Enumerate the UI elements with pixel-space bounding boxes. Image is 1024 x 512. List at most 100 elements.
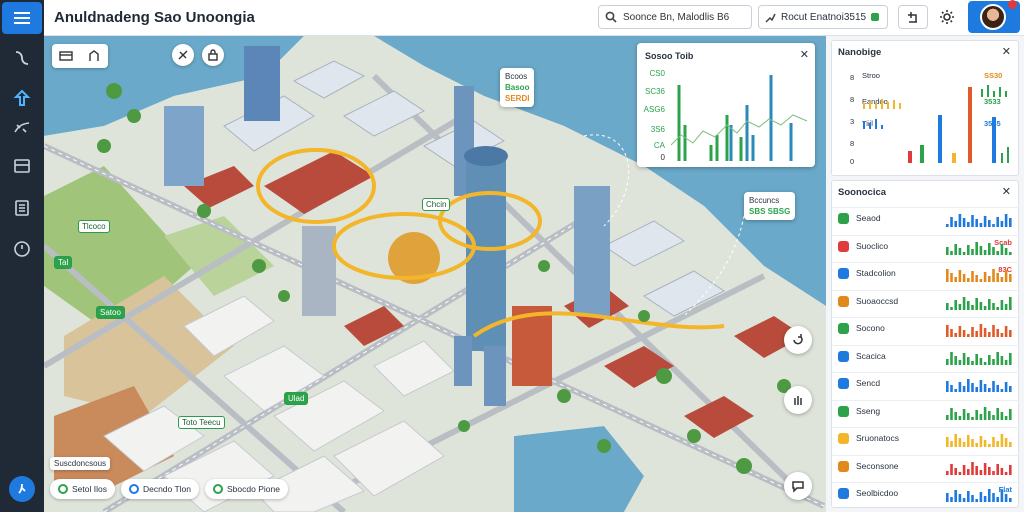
stats-row[interactable]: Suoaoccsd — [832, 289, 1020, 312]
sparkline-bar — [1009, 251, 1012, 255]
sparkline-bar — [996, 385, 999, 392]
sparkline-bar — [983, 305, 987, 310]
sparkline-bar — [1004, 382, 1008, 392]
sparkline-bar — [975, 465, 978, 475]
stats-row[interactable]: Socono — [832, 317, 1020, 339]
help-icon[interactable] — [9, 476, 35, 502]
map-action-button[interactable] — [784, 326, 812, 354]
pill-label: Setol Ilos — [72, 484, 107, 494]
document-icon[interactable] — [10, 196, 34, 220]
sparkline-bar — [962, 352, 966, 365]
stats-row[interactable]: Scacica — [832, 344, 1020, 367]
row-label: Sencd — [856, 378, 881, 388]
sparkline-bar — [946, 358, 949, 365]
map-pin[interactable]: Tal — [54, 256, 73, 269]
sparkline-bar — [996, 217, 999, 227]
panel-title: Soonocica — [838, 187, 887, 198]
export-button[interactable] — [898, 5, 928, 29]
layer-toggle-icon[interactable] — [59, 50, 73, 62]
sparkline-bar — [967, 278, 970, 282]
route-icon[interactable] — [10, 46, 34, 70]
sparkline-bar — [992, 358, 995, 365]
lock-button[interactable] — [202, 44, 224, 66]
row-sparkline — [946, 324, 1012, 337]
filter-pill[interactable]: Sbocdo Pione — [205, 479, 288, 499]
map-pin[interactable]: Toto Teecu — [178, 416, 225, 429]
sparkline-bar — [954, 411, 957, 420]
map-callout[interactable]: Bcoos Basoo SERDI — [500, 68, 535, 107]
row-sparkline — [946, 434, 1012, 447]
row-label: Seconsone — [856, 460, 899, 471]
sparkline-bar — [954, 333, 957, 337]
sparkline-bar — [992, 325, 995, 337]
pill-icon — [58, 484, 68, 494]
sparkline-bar — [962, 330, 966, 337]
tools-button[interactable] — [172, 44, 194, 66]
sparkline-bar — [967, 468, 970, 475]
compass-icon[interactable] — [10, 237, 34, 261]
sparkline-bar — [1000, 389, 1004, 392]
close-icon[interactable]: ✕ — [1002, 185, 1011, 198]
search-input[interactable] — [623, 11, 741, 23]
lock-icon — [208, 49, 218, 61]
mini-chart-title: Sosoo Toib — [645, 51, 694, 61]
settings-button[interactable] — [932, 5, 962, 29]
y-tick: ASG6 — [643, 105, 665, 114]
stats-row[interactable]: Sseng — [832, 399, 1020, 422]
filter-dropdown[interactable]: Rocut Enatnoi3515 — [758, 5, 888, 29]
sparkline-bar — [992, 414, 995, 420]
close-icon[interactable]: ✕ — [1002, 45, 1011, 58]
sparkline-bar — [988, 354, 991, 365]
sparkline-bar — [946, 437, 949, 447]
filter-pill[interactable]: Setol Ilos — [50, 479, 115, 499]
card-icon[interactable] — [10, 154, 34, 178]
map-pin[interactable]: Satoo — [96, 306, 125, 319]
layers-icon[interactable] — [10, 116, 34, 140]
row-sparkline — [946, 269, 1012, 282]
map-view[interactable]: Tlcoco Tal Satoo Toto Teecu Ulad Chcin B… — [44, 36, 826, 512]
map-action-button[interactable] — [784, 386, 812, 414]
stats-row[interactable]: Seconsone — [832, 454, 1020, 477]
menu-icon[interactable] — [2, 2, 42, 34]
sparkline-bar — [1004, 303, 1008, 310]
map-callout[interactable]: Bccuncs SBS SBSG — [744, 192, 796, 220]
row-status-icon — [838, 433, 849, 444]
map-pin[interactable]: Chcin — [422, 198, 451, 211]
stats-row[interactable]: Sencd — [832, 372, 1020, 394]
sparkline-bar — [958, 303, 962, 310]
sparkline-bar — [946, 325, 949, 337]
sparkline-bar — [979, 357, 983, 365]
sparkline-bar — [992, 381, 995, 392]
row-sparkline — [946, 296, 1012, 310]
sparkline-bar — [988, 388, 991, 392]
stats-row[interactable]: Suoclico Scab — [832, 234, 1020, 257]
avatar[interactable] — [980, 4, 1006, 30]
map-pin[interactable]: Tlcoco — [78, 220, 110, 233]
stats-row[interactable]: Seaod — [832, 207, 1020, 229]
legend-label: Stroo — [862, 71, 880, 80]
sparkline-bar — [1009, 408, 1012, 420]
sparkline-bar — [996, 441, 999, 447]
search-box[interactable] — [598, 5, 752, 29]
pin-icon[interactable] — [10, 86, 34, 110]
close-icon[interactable]: ✕ — [800, 48, 809, 61]
map-pin[interactable]: Ulad — [284, 392, 309, 405]
sparkline-bar — [1000, 299, 1004, 310]
sparkline-bar — [1009, 330, 1012, 337]
sparkline-bar — [950, 273, 953, 282]
map-action-button[interactable] — [784, 472, 812, 500]
sparkline-bar — [1000, 243, 1004, 255]
sparkline-bar — [983, 462, 987, 475]
profile-button[interactable] — [968, 0, 1020, 33]
sparkline-bar — [979, 223, 983, 227]
sparkline-bar — [988, 242, 991, 255]
row-label: Seolbicdoo — [856, 488, 899, 498]
sparkline-bar — [979, 380, 983, 392]
stats-row[interactable]: Stadcolion 83C — [832, 262, 1020, 284]
callout-value: Basoo — [505, 83, 530, 92]
filter-pill[interactable]: Decndo Tlon — [120, 479, 200, 499]
stats-row[interactable]: Seolbicdoo Flat — [832, 482, 1020, 504]
stats-row[interactable]: Sruonatocs — [832, 427, 1020, 449]
callout-title: Bcoos — [505, 72, 528, 81]
building-icon[interactable] — [87, 50, 101, 62]
